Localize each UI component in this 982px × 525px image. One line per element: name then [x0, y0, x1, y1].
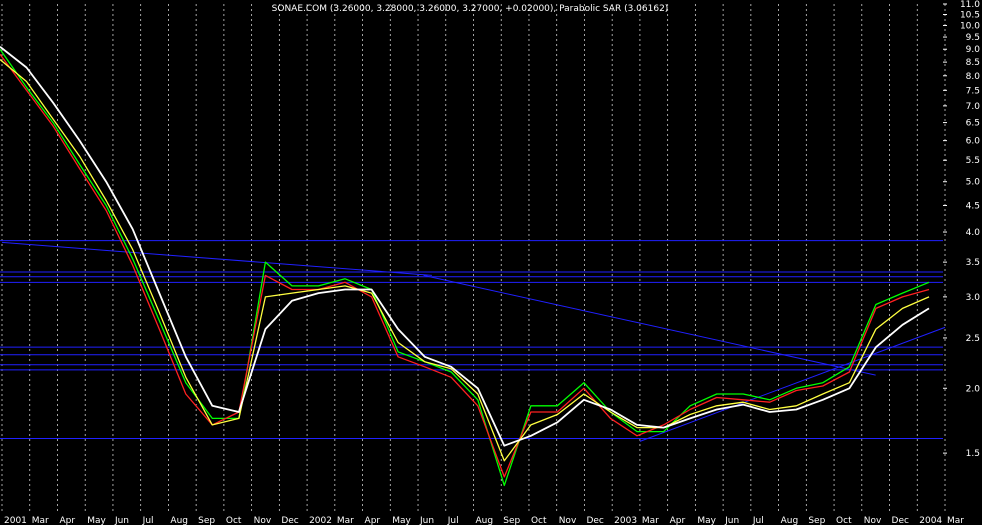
- x-tick-label: Aug: [170, 516, 188, 525]
- x-tick-label: Sep: [198, 516, 215, 525]
- x-tick-label: Jul: [447, 516, 459, 525]
- x-tick-label: Dec: [892, 516, 909, 525]
- y-tick-label: 3.5: [966, 258, 980, 268]
- x-tick-label: Dec: [586, 516, 603, 525]
- x-tick-label: Nov: [559, 516, 577, 525]
- x-tick-label: Apr: [365, 516, 381, 525]
- y-tick-label: 9.5: [966, 33, 980, 43]
- x-tick-label: Mar: [337, 516, 354, 525]
- y-tick-label: 2.5: [966, 334, 980, 344]
- x-tick-label: Jun: [419, 516, 434, 525]
- x-axis-ticks: 2001 Mar Apr May Jun Jul Aug Sep Oct Nov Dec 2002 Ma…: [4, 516, 964, 525]
- x-tick-label: Mar: [32, 516, 49, 525]
- y-tick-label: 5.0: [966, 178, 981, 188]
- x-tick-label: Nov: [254, 516, 272, 525]
- x-tick-label: Apr: [59, 516, 75, 525]
- chart-title: SONAE.COM (3.26000, 3.28000, 3.26000, 3.…: [272, 4, 669, 14]
- y-tick-label: 5.5: [966, 156, 980, 166]
- x-tick-label: May: [697, 516, 716, 525]
- x-tick-label: Dec: [281, 516, 298, 525]
- x-tick-label: Jun: [724, 516, 739, 525]
- y-tick-label: 4.5: [966, 201, 980, 211]
- x-tick-label: Oct: [531, 516, 547, 525]
- x-tick-label: Aug: [476, 516, 494, 525]
- y-tick-label: 11.0: [960, 0, 980, 10]
- x-tick-label: Jul: [142, 516, 154, 525]
- y-tick-label: 9.0: [966, 45, 981, 55]
- y-tick-label: 10.5: [960, 10, 980, 20]
- x-tick-label: Oct: [836, 516, 852, 525]
- y-tick-label: 7.5: [966, 86, 980, 96]
- x-tick-label: Jul: [752, 516, 764, 525]
- x-tick-label: Sep: [503, 516, 520, 525]
- y-tick-label: 8.5: [966, 58, 980, 68]
- y-tick-label: 7.0: [966, 102, 981, 112]
- x-tick-label: 2004: [919, 516, 942, 525]
- x-tick-label: Jun: [114, 516, 129, 525]
- price-chart: 11.010.510.0 9.5 9.0 8.5 8.0 7.5 7.0 6.5 6.0 5.5 5…: [0, 0, 982, 525]
- x-tick-label: May: [392, 516, 411, 525]
- x-tick-label: 2002: [309, 516, 332, 525]
- x-tick-label: Apr: [670, 516, 686, 525]
- y-tick-label: 6.0: [966, 137, 981, 147]
- y-tick-label: 4.0: [966, 228, 981, 238]
- y-tick-label: 10.0: [960, 21, 980, 31]
- x-tick-label: Mar: [947, 516, 964, 525]
- x-tick-label: 2003: [614, 516, 637, 525]
- y-tick-label: 1.5: [966, 449, 980, 459]
- x-tick-label: Aug: [781, 516, 799, 525]
- x-tick-label: Nov: [864, 516, 882, 525]
- x-tick-label: Mar: [642, 516, 659, 525]
- y-tick-label: 3.0: [966, 293, 981, 303]
- y-tick-label: 2.0: [966, 384, 981, 394]
- x-tick-label: Sep: [808, 516, 825, 525]
- x-tick-label: Oct: [226, 516, 242, 525]
- x-tick-label: 2001: [4, 516, 27, 525]
- y-tick-label: 8.0: [966, 72, 981, 82]
- y-tick-label: 6.5: [966, 119, 980, 129]
- x-tick-label: May: [87, 516, 106, 525]
